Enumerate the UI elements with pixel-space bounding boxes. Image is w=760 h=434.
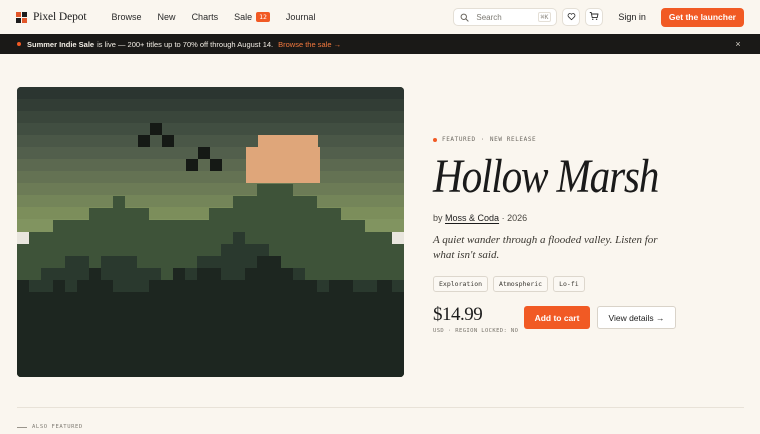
price: $14.99 xyxy=(433,304,483,325)
nav-link-charts[interactable]: Charts xyxy=(192,12,219,22)
new-release-label: NEW RELEASE xyxy=(489,136,537,143)
search-shortcut: ⌘K xyxy=(537,12,552,22)
sale-banner: Summer Indie Sale is live — 200+ titles … xyxy=(0,34,760,54)
pixel-landscape xyxy=(17,87,404,377)
tag-chip-exploration[interactable]: Exploration xyxy=(433,276,489,292)
section-divider xyxy=(17,407,744,408)
browse-sale-link[interactable]: Browse the sale → xyxy=(278,40,341,49)
brand-logo[interactable]: Pixel Depot xyxy=(16,11,87,23)
brand-name: Pixel Depot xyxy=(33,11,87,23)
cart-icon xyxy=(589,8,599,26)
tag-separator: · xyxy=(480,136,485,143)
featured-tagline: FEATURED · NEW RELEASE xyxy=(433,136,733,143)
add-to-cart-button[interactable]: Add to cart xyxy=(524,306,590,329)
featured-game-info: FEATURED · NEW RELEASE Hollow Marsh by M… xyxy=(433,136,733,334)
genre-tags: Exploration Atmospheric Lo-fi xyxy=(433,276,733,292)
heading-rule xyxy=(17,426,27,428)
byline-prefix: by xyxy=(433,213,443,223)
sale-count-badge: 12 xyxy=(256,12,270,22)
game-description: A quiet wander through a flooded valley.… xyxy=(433,234,658,261)
tag-chip-atmospheric[interactable]: Atmospheric xyxy=(493,276,549,292)
wishlist-button[interactable] xyxy=(562,8,581,26)
banner-headline: Summer Indie Sale xyxy=(27,39,95,49)
banner-text: is live — 200+ titles up to 70% off thro… xyxy=(97,39,274,49)
price-note: USD · REGION LOCKED: NO xyxy=(433,328,519,334)
banner-dot-icon xyxy=(17,42,21,46)
featured-dot-icon xyxy=(433,137,437,142)
close-icon[interactable]: × xyxy=(733,39,743,49)
nav-link-new[interactable]: New xyxy=(158,12,176,22)
get-launcher-button[interactable]: Get the launcher xyxy=(660,7,744,27)
game-byline: by Moss & Coda · 2026 xyxy=(433,213,733,223)
nav-link-browse[interactable]: Browse xyxy=(112,12,142,22)
nav-link-sale-label: Sale xyxy=(234,12,253,22)
view-details-button[interactable]: View details → xyxy=(597,306,676,329)
nav-link-journal[interactable]: Journal xyxy=(286,12,316,22)
studio-link[interactable]: Moss & Coda xyxy=(445,213,499,223)
featured-game-artwork[interactable] xyxy=(17,87,404,377)
price-block: $14.99 USD · REGION LOCKED: NO xyxy=(433,304,524,335)
game-title: Hollow Marsh xyxy=(433,150,659,203)
also-featured-heading: ALSO FEATURED xyxy=(17,424,83,430)
search-icon xyxy=(460,12,470,22)
featured-label: FEATURED xyxy=(442,136,476,143)
search-input[interactable]: Search ⌘K xyxy=(453,8,558,26)
search-placeholder: Search xyxy=(476,12,502,22)
cart-button[interactable] xyxy=(585,8,604,26)
release-year: · 2026 xyxy=(501,213,528,223)
tag-chip-lofi[interactable]: Lo-fi xyxy=(553,276,585,292)
heart-icon xyxy=(567,8,576,26)
nav-links: Browse New Charts Sale 12 Journal xyxy=(112,12,332,22)
purchase-row: $14.99 USD · REGION LOCKED: NO Add to ca… xyxy=(433,305,733,334)
top-nav: Pixel Depot Browse New Charts Sale 12 Jo… xyxy=(0,0,760,34)
nav-link-sale[interactable]: Sale 12 xyxy=(234,12,270,22)
sign-in-link[interactable]: Sign in xyxy=(618,12,646,22)
logo-mark-icon xyxy=(16,11,27,23)
also-featured-label: ALSO FEATURED xyxy=(32,424,83,430)
nav-actions: Search ⌘K Sign in Get the launcher xyxy=(453,7,744,27)
